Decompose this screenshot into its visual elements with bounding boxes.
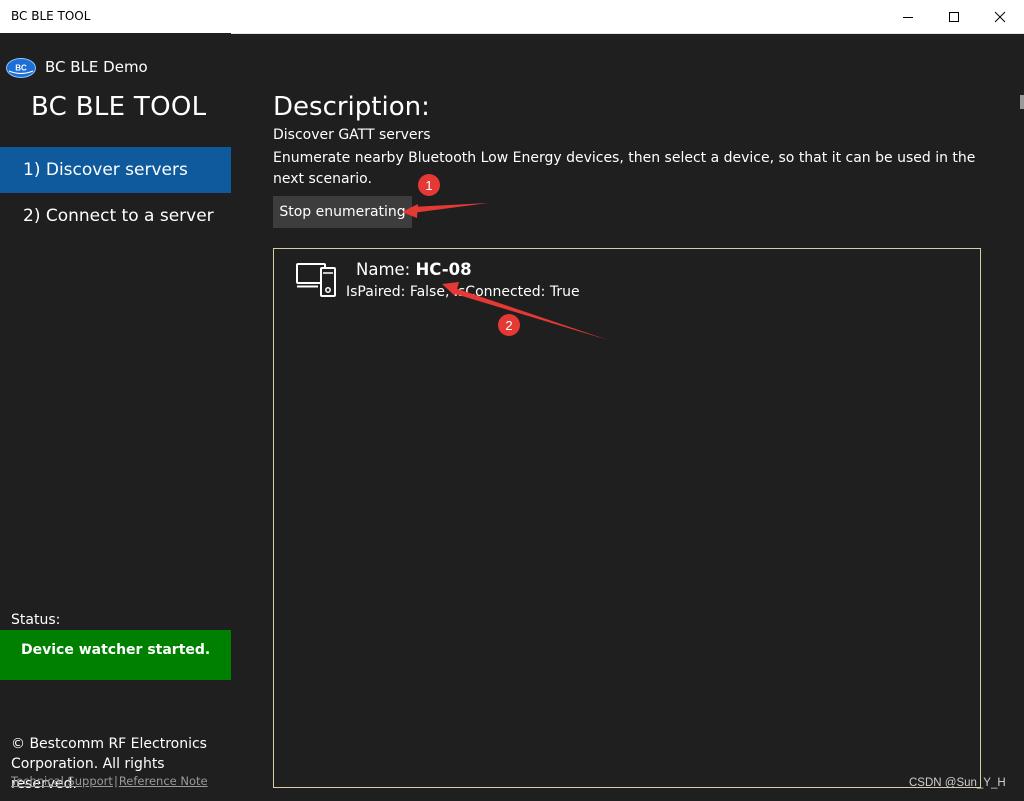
- description-title: Description:: [273, 92, 430, 122]
- logo-text: BC: [15, 64, 27, 73]
- status-label: Status:: [11, 612, 61, 628]
- minimize-icon: [903, 16, 913, 18]
- device-name-value: HC-08: [415, 260, 472, 279]
- device-status: IsPaired: False, IsConnected: True: [346, 284, 580, 300]
- scrollbar[interactable]: [1020, 95, 1024, 109]
- footer-links: Technical Support|Reference Note: [11, 774, 208, 788]
- window-title: BC BLE TOOL: [11, 9, 91, 23]
- status-text: Device watcher started.: [21, 642, 211, 658]
- maximize-icon: [949, 11, 959, 22]
- technical-support-link[interactable]: Technical Support: [11, 774, 113, 788]
- minimize-button[interactable]: [885, 0, 931, 33]
- close-icon: [994, 11, 1006, 22]
- nav-item-connect-to-server[interactable]: 2) Connect to a server: [0, 193, 231, 239]
- watermark: CSDN @Sun_Y_H: [909, 777, 1006, 789]
- app-name: BC BLE Demo: [45, 58, 148, 76]
- reference-note-link[interactable]: Reference Note: [119, 774, 208, 788]
- maximize-button[interactable]: [931, 0, 977, 33]
- device-name[interactable]: Name: HC-08: [356, 260, 472, 279]
- nav-item-label: 2) Connect to a server: [23, 206, 214, 226]
- description-subtitle: Discover GATT servers: [273, 127, 431, 143]
- annotation-marker-1: 1: [418, 174, 440, 196]
- close-button[interactable]: [977, 0, 1023, 33]
- annotation-marker-2: 2: [498, 314, 520, 336]
- device-list[interactable]: [273, 248, 981, 788]
- status-badge: Device watcher started.: [0, 630, 231, 680]
- stop-enumerating-label: Stop enumerating: [279, 204, 406, 220]
- app-heading: BC BLE TOOL: [31, 92, 207, 122]
- device-name-label: Name:: [356, 260, 411, 279]
- annotation-arrow-1: [411, 203, 488, 213]
- nav-item-label: 1) Discover servers: [23, 160, 188, 180]
- nav-item-discover-servers[interactable]: 1) Discover servers: [0, 147, 231, 193]
- devices-icon: [296, 263, 336, 297]
- stop-enumerating-button[interactable]: Stop enumerating: [273, 196, 412, 228]
- title-bar: BC BLE TOOL: [0, 0, 1024, 34]
- app-logo: BC: [6, 58, 36, 78]
- description-body: Enumerate nearby Bluetooth Low Energy de…: [273, 150, 976, 187]
